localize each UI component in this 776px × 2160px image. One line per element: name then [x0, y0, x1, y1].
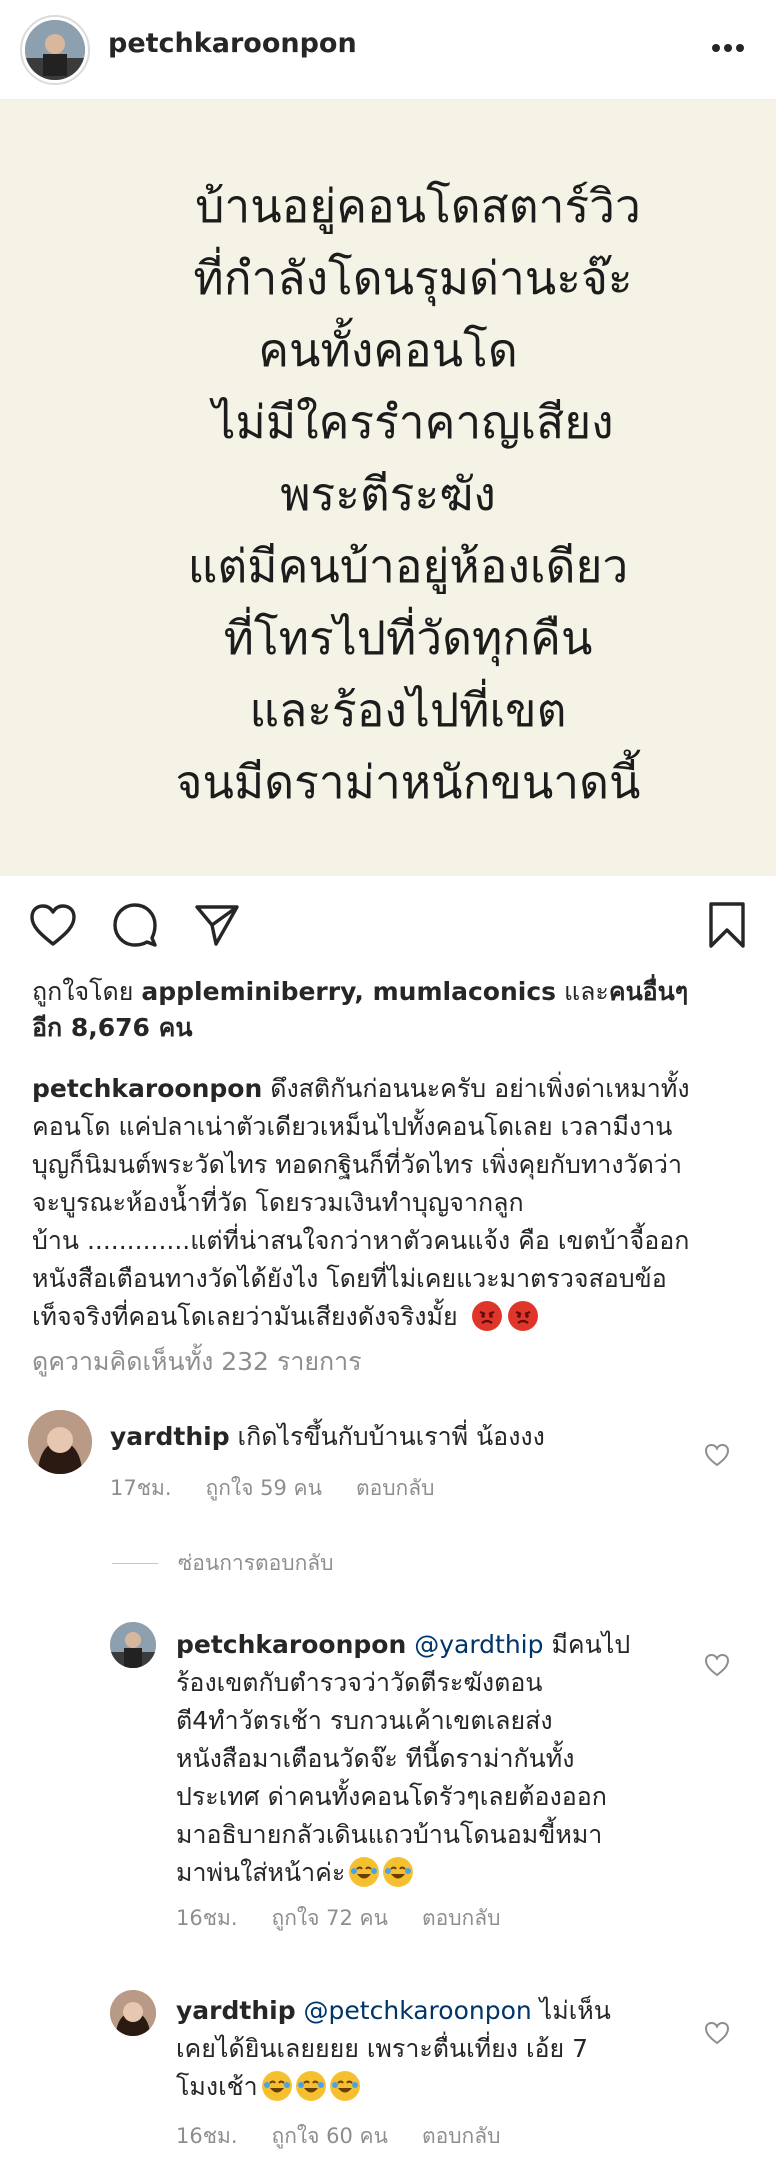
heart-outline-icon [30, 904, 76, 946]
divider-line [112, 1563, 158, 1564]
likes-count[interactable]: อีก 8,676 คน [32, 1013, 192, 1042]
post-text-block: บ้านอยู่คอนโดสตาร์วิว ที่กำลังโดนรุมด่าน… [0, 170, 776, 818]
post-line: และร้องไปที่เขต [249, 683, 567, 737]
angry-face-icon [471, 1301, 502, 1331]
reply-text: petchkaroonpon @yardthip มีคนไป ร้องเขตก… [176, 1626, 696, 1892]
like-button[interactable] [28, 900, 78, 950]
replier-avatar[interactable] [110, 1622, 156, 1668]
reply-likes[interactable]: ถูกใจ 72 คน [272, 1902, 388, 1935]
post-image[interactable]: บ้านอยู่คอนโดสตาร์วิว ที่กำลังโดนรุมด่าน… [0, 100, 776, 876]
reply-username[interactable]: petchkaroonpon [176, 1630, 406, 1659]
comment-time: 17ชม. [110, 1476, 172, 1500]
likes-prefix: ถูกใจโดย [32, 977, 142, 1006]
comment-item: yardthip เกิดไรขึ้นกับบ้านเราพี่ น้องงง … [0, 1410, 776, 1520]
post-line: บ้านอยู่คอนโดสตาร์วิว [195, 179, 641, 233]
laughing-tears-icon [261, 2071, 292, 2101]
avatar-image [25, 20, 85, 80]
hide-replies-link[interactable]: ซ่อนการตอบกลับ [112, 1547, 334, 1580]
comment-likes[interactable]: ถูกใจ 59 คน [206, 1472, 322, 1505]
view-all-comments-link[interactable]: ดูความคิดเห็นทั้ง 232 รายการ [32, 1342, 362, 1382]
post-header: petchkaroonpon [0, 0, 776, 100]
heart-outline-icon [704, 1443, 730, 1467]
save-button[interactable] [702, 900, 752, 950]
reply-mention[interactable]: @petchkaroonpon [296, 1996, 532, 2025]
post-line: คนทั้งคอนโด [258, 323, 518, 377]
reply-username[interactable]: yardthip [176, 1996, 296, 2025]
reply-meta: 16ชม. ถูกใจ 60 คน ตอบกลับ [176, 2120, 500, 2153]
laughing-tears-icon [349, 1857, 380, 1887]
post-line: ไม่มีใครรำคาญเสียง [212, 395, 614, 449]
more-horizontal-icon [712, 44, 744, 52]
replier-avatar[interactable] [110, 1990, 156, 2036]
laughing-tears-icon [383, 1857, 414, 1887]
header-username[interactable]: petchkaroonpon [108, 28, 357, 59]
heart-outline-icon [704, 1653, 730, 1677]
reply-time: 16ชม. [176, 1906, 238, 1930]
reply-likes[interactable]: ถูกใจ 60 คน [272, 2120, 388, 2153]
reply-body: มีคนไป ร้องเขตกับตำรวจว่าวัดตีระฆังตอน ต… [176, 1630, 631, 1887]
post-caption: petchkaroonpon ดึงสติกันก่อนนะครับ อย่าเ… [32, 1070, 752, 1336]
reply-reply-button[interactable]: ตอบกลับ [422, 1902, 501, 1935]
post-line: จนมีดราม่าหนักขนาดนี้ [175, 755, 641, 809]
comment-text: yardthip เกิดไรขึ้นกับบ้านเราพี่ น้องงง [110, 1418, 690, 1456]
share-button[interactable] [192, 900, 242, 950]
comment-username[interactable]: yardthip [110, 1422, 230, 1451]
comment-button[interactable] [110, 900, 160, 950]
likes-middle: และ [556, 977, 609, 1006]
post-line: ที่โทรไปที่วัดทุกคืน [223, 611, 593, 665]
reply-time: 16ชม. [176, 2124, 238, 2148]
caption-text: ดึงสติกันก่อนนะครับ อย่าเพิ่งด่าเหมาทั้ง… [32, 1074, 690, 1331]
bookmark-icon [709, 902, 745, 948]
post-line: ที่กำลังโดนรุมด่านะจ๊ะ [193, 251, 633, 305]
reply-mention[interactable]: @yardthip [406, 1630, 543, 1659]
comment-meta: 17ชม. ถูกใจ 59 คน ตอบกลับ [110, 1472, 434, 1505]
likes-users[interactable]: appleminiberry, mumlaconics [141, 977, 556, 1006]
comment-body: เกิดไรขึ้นกับบ้านเราพี่ น้องงง [229, 1422, 545, 1451]
heart-outline-icon [704, 2021, 730, 2045]
comment-reply-button[interactable]: ตอบกลับ [356, 1472, 435, 1505]
reply-reply-button[interactable]: ตอบกลับ [422, 2120, 501, 2153]
commenter-avatar[interactable] [28, 1410, 92, 1474]
caption-username[interactable]: petchkaroonpon [32, 1074, 262, 1103]
angry-face-icon [507, 1301, 538, 1331]
comment-like-button[interactable] [702, 1440, 732, 1470]
reply-like-button[interactable] [702, 1650, 732, 1680]
action-bar [0, 876, 776, 972]
reply-like-button[interactable] [702, 2018, 732, 2048]
paper-plane-icon [195, 905, 239, 946]
laughing-tears-icon [329, 2071, 360, 2101]
post-line: แต่มีคนบ้าอยู่ห้องเดียว [187, 539, 629, 593]
post-line: พระตีระฆัง [280, 467, 496, 521]
laughing-tears-icon [295, 2071, 326, 2101]
reply-item: petchkaroonpon @yardthip มีคนไป ร้องเขตก… [0, 1622, 776, 1930]
reply-meta: 16ชม. ถูกใจ 72 คน ตอบกลับ [176, 1902, 500, 1935]
likes-summary[interactable]: ถูกใจโดย appleminiberry, mumlaconics และ… [32, 974, 752, 1046]
profile-avatar[interactable] [20, 15, 90, 85]
more-options-button[interactable] [706, 28, 750, 68]
reply-text: yardthip @petchkaroonpon ไม่เห็น เคยได้ย… [176, 1992, 696, 2106]
comment-bubble-icon [113, 903, 157, 947]
likes-others[interactable]: คนอื่นๆ [609, 977, 688, 1006]
hide-replies-label: ซ่อนการตอบกลับ [178, 1551, 334, 1575]
reply-item: yardthip @petchkaroonpon ไม่เห็น เคยได้ย… [0, 1988, 776, 2148]
